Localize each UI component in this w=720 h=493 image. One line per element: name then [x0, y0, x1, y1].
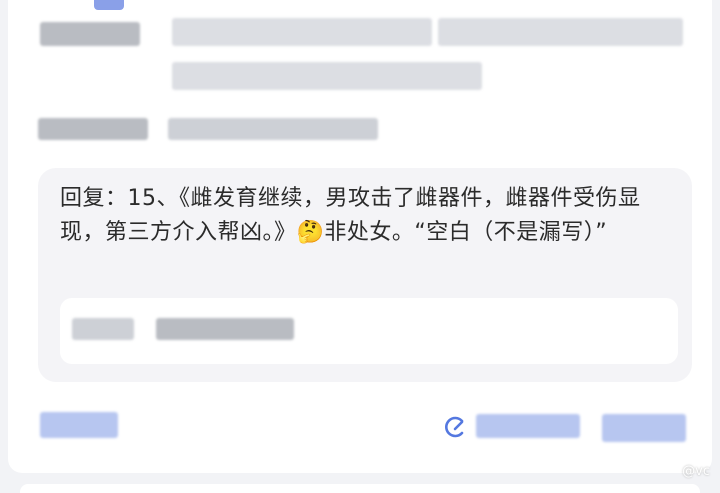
obscured-content-line-1b — [438, 18, 683, 46]
quoted-reference[interactable] — [60, 298, 678, 364]
obscured-reply-button[interactable] — [602, 414, 686, 442]
watermark: @vc — [682, 464, 710, 479]
tab-indicator — [94, 0, 124, 10]
obscured-content-line-2 — [172, 62, 482, 90]
obscured-action-label[interactable] — [476, 414, 580, 438]
next-card-edge — [20, 484, 700, 493]
reply-text: 回复：15、《雌发育继续，男攻击了雌器件，雌器件受伤显现，第三方介入帮凶。》🤔非… — [60, 186, 641, 245]
obscured-quote-value — [156, 318, 294, 340]
obscured-quote-label — [72, 318, 134, 340]
comment-card: 回复：15、《雌发育继续，男攻击了雌器件，雌器件受伤显现，第三方介入帮凶。》🤔非… — [8, 0, 712, 473]
reply-bubble[interactable]: 回复：15、《雌发育继续，男攻击了雌器件，雌器件受伤显现，第三方介入帮凶。》🤔非… — [38, 168, 692, 382]
obscured-meta-label — [38, 118, 148, 140]
obscured-meta-value — [168, 118, 378, 140]
quote-icon[interactable] — [441, 414, 469, 442]
obscured-like-button[interactable] — [40, 412, 118, 438]
obscured-content-line-1 — [172, 18, 432, 46]
obscured-username[interactable] — [40, 22, 140, 46]
